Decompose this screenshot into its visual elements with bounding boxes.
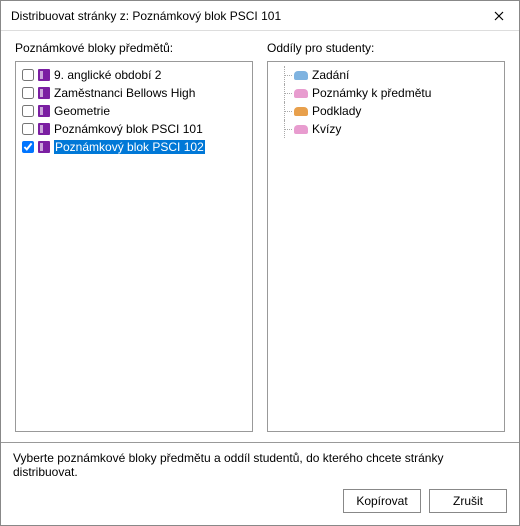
section-tab-icon: [294, 89, 308, 98]
notebook-item[interactable]: Zaměstnanci Bellows High: [20, 84, 248, 102]
notebook-checkbox[interactable]: [22, 69, 34, 81]
notebook-checkbox[interactable]: [22, 87, 34, 99]
section-label: Kvízy: [312, 122, 341, 136]
window-title: Distribuovat stránky z: Poznámkový blok …: [11, 9, 479, 23]
tree-connector: [280, 84, 292, 102]
section-item[interactable]: Zadání: [272, 66, 500, 84]
section-label: Poznámky k předmětu: [312, 86, 431, 100]
dialog-content: Poznámkové bloky předmětů: 9. anglické o…: [1, 31, 519, 442]
sections-header: Oddíly pro studenty:: [267, 41, 505, 55]
copy-button[interactable]: Kopírovat: [343, 489, 421, 513]
tree-connector: [280, 120, 292, 138]
notebook-icon: [38, 105, 50, 117]
section-item[interactable]: Poznámky k předmětu: [272, 84, 500, 102]
section-item[interactable]: Kvízy: [272, 120, 500, 138]
notebook-icon: [38, 87, 50, 99]
notebooks-header: Poznámkové bloky předmětů:: [15, 41, 253, 55]
notebook-icon: [38, 123, 50, 135]
sections-panel: Oddíly pro studenty: Zadání Poznámky k p…: [267, 41, 505, 432]
notebook-label: Poznámkový blok PSCI 102: [54, 140, 205, 154]
section-label: Zadání: [312, 68, 349, 82]
notebook-item[interactable]: Poznámkový blok PSCI 102: [20, 138, 248, 156]
notebook-label: Zaměstnanci Bellows High: [54, 86, 195, 100]
notebooks-panel: Poznámkové bloky předmětů: 9. anglické o…: [15, 41, 253, 432]
notebook-label: Poznámkový blok PSCI 101: [54, 122, 203, 136]
sections-list[interactable]: Zadání Poznámky k předmětu Podklady Kvíz…: [267, 61, 505, 432]
notebook-icon: [38, 141, 50, 153]
tree-connector: [280, 66, 292, 84]
notebook-item[interactable]: Geometrie: [20, 102, 248, 120]
section-tab-icon: [294, 125, 308, 134]
section-tab-icon: [294, 71, 308, 80]
notebook-label: Geometrie: [54, 104, 110, 118]
tree-connector: [280, 102, 292, 120]
cancel-button[interactable]: Zrušit: [429, 489, 507, 513]
titlebar: Distribuovat stránky z: Poznámkový blok …: [1, 1, 519, 31]
section-tab-icon: [294, 107, 308, 116]
notebooks-list[interactable]: 9. anglické období 2 Zaměstnanci Bellows…: [15, 61, 253, 432]
footer-hint: Vyberte poznámkové bloky předmětu a oddí…: [13, 451, 507, 479]
notebook-item[interactable]: Poznámkový blok PSCI 101: [20, 120, 248, 138]
section-item[interactable]: Podklady: [272, 102, 500, 120]
close-button[interactable]: [479, 1, 519, 31]
notebook-item[interactable]: 9. anglické období 2: [20, 66, 248, 84]
dialog-footer: Vyberte poznámkové bloky předmětu a oddí…: [1, 442, 519, 525]
notebook-checkbox[interactable]: [22, 105, 34, 117]
notebook-label: 9. anglické období 2: [54, 68, 161, 82]
notebook-checkbox[interactable]: [22, 141, 34, 153]
footer-buttons: Kopírovat Zrušit: [13, 489, 507, 513]
section-label: Podklady: [312, 104, 361, 118]
notebook-checkbox[interactable]: [22, 123, 34, 135]
close-icon: [494, 11, 504, 21]
notebook-icon: [38, 69, 50, 81]
